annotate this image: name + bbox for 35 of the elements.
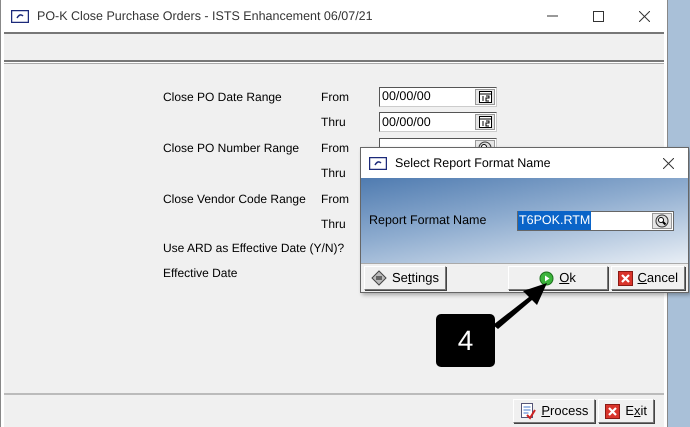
process-button[interactable]: Process [513,399,596,423]
field-label: Close Vendor Code Range [163,190,307,208]
field-label: Report Format Name [369,212,488,230]
close-icon [605,404,620,418]
field-label: Close PO Date Range [163,88,283,106]
exit-button[interactable]: Exit [598,399,654,423]
ok-button[interactable]: Ok [508,266,608,290]
range-label: From [321,190,350,208]
field-label: Close PO Number Range [163,140,300,157]
play-icon [539,270,554,286]
range-label: From [321,140,350,157]
minimize-icon[interactable] [546,15,558,17]
input-field[interactable]: 00/00/00 [379,86,497,107]
close-icon[interactable] [662,158,674,168]
app-icon [369,156,387,170]
range-label: Thru [321,165,347,182]
close-icon[interactable] [638,10,650,22]
dialog-title: Select Report Format Name [395,154,551,172]
search-icon [655,214,669,228]
calendar-icon [478,116,492,128]
input-field[interactable]: 00/00/00 [379,112,497,132]
calendar-icon [478,90,492,103]
window-title: PO-K Close Purchase Orders - ISTS Enhancement 06/07/21 [37,8,373,25]
maximize-icon[interactable] [592,10,604,22]
app-icon [11,10,29,22]
field-label: Effective Date [163,265,238,282]
range-label: From [321,88,350,106]
input-field[interactable]: T6POK.RTM [517,210,674,230]
cancel-button[interactable]: Cancel [610,266,685,290]
document-icon [520,402,536,420]
range-label: Thru [321,114,347,132]
settings-button[interactable]: Settings [364,266,446,290]
close-icon [618,270,633,286]
field-label: Use ARD as Effective Date (Y/N)? [163,240,344,257]
callout-badge: 4 [436,314,495,367]
